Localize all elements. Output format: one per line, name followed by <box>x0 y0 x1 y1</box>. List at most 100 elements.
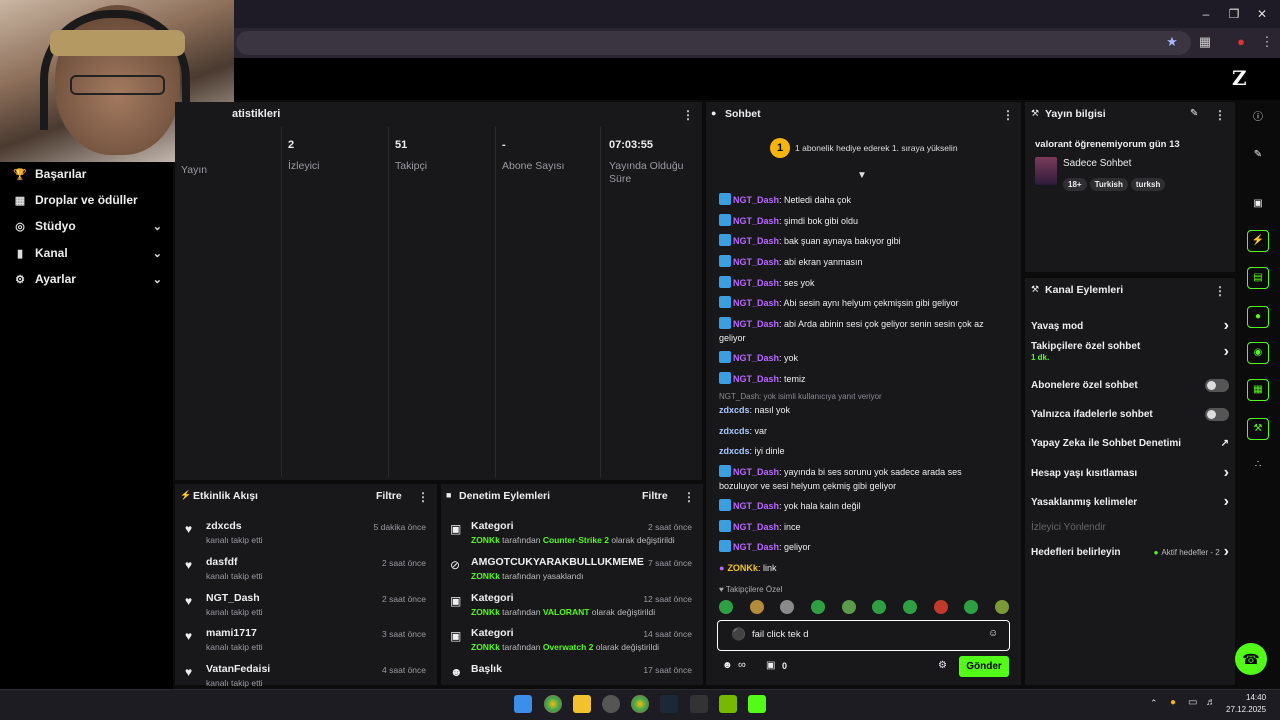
chat-settings-icon[interactable]: ⚙ <box>938 660 947 671</box>
channel-action-row[interactable]: Takipçilere özel sohbet 1 dk. › <box>1031 341 1229 362</box>
channel-action-row[interactable]: Yapay Zeka ile Sohbet Denetimi ↗ <box>1031 434 1229 452</box>
chat-username[interactable]: NGT_Dash <box>733 374 779 384</box>
chat-username[interactable]: NGT_Dash <box>733 353 779 363</box>
activity-filter-button[interactable]: Filtre <box>376 490 402 502</box>
close-icon[interactable]: ✕ <box>1254 6 1270 22</box>
chat-username[interactable]: NGT_Dash <box>733 542 779 552</box>
chrome-icon[interactable] <box>544 695 562 713</box>
chat-icon[interactable]: ● <box>1247 306 1269 328</box>
sidebar-item-channel[interactable]: ▮ Kanal ⌄ <box>12 243 162 263</box>
pencil-icon[interactable]: ✎ <box>1250 147 1266 163</box>
channel-action-row[interactable]: Hedefleri belirleyin ● Aktif hedefler - 2 › <box>1031 543 1229 561</box>
app-icon[interactable] <box>690 695 708 713</box>
emoji-icon[interactable]: ☺ <box>988 628 998 639</box>
chat-username[interactable]: NGT_Dash <box>733 216 779 226</box>
emote-icon[interactable] <box>964 600 979 614</box>
tray-chevron-icon[interactable]: ⌃ <box>1150 698 1158 709</box>
layout-icon[interactable]: ▦ <box>1247 379 1269 401</box>
activity-user[interactable]: zdxcds <box>206 520 242 532</box>
chat-username[interactable]: zdxcds <box>719 405 750 415</box>
mic-icon[interactable]: ⚫ <box>731 627 746 641</box>
chat-username[interactable]: NGT_Dash <box>733 522 779 532</box>
toggle-switch[interactable] <box>1205 378 1229 392</box>
chrome-active-icon[interactable] <box>631 695 649 713</box>
emote-icon[interactable] <box>810 600 825 614</box>
chat-username[interactable]: NGT_Dash <box>733 236 779 246</box>
support-button[interactable]: ☎ <box>1235 643 1267 675</box>
emote-icon[interactable] <box>933 600 948 614</box>
chat-username[interactable]: zdxcds <box>719 426 750 436</box>
activity-user[interactable]: dasfdf <box>206 556 238 568</box>
moderation-filter-button[interactable]: Filtre <box>642 490 668 502</box>
pinned-expand-icon[interactable]: ▼ <box>857 170 867 181</box>
emote-icon[interactable] <box>719 600 733 614</box>
stats-menu-icon[interactable]: ⋮ <box>682 108 694 122</box>
chat-username[interactable]: zdxcds <box>719 446 750 456</box>
channel-actions-menu-icon[interactable]: ⋮ <box>1214 284 1226 298</box>
edit-icon[interactable]: ✎ <box>1190 108 1198 119</box>
sidebar-item-settings[interactable]: ⚙ Ayarlar ⌄ <box>12 269 162 289</box>
chat-menu-icon[interactable]: ⋮ <box>1002 108 1014 122</box>
stream-info-menu-icon[interactable]: ⋮ <box>1214 108 1226 122</box>
chat-username[interactable]: NGT_Dash <box>733 501 779 511</box>
nvidia-icon[interactable] <box>719 695 737 713</box>
address-bar[interactable] <box>236 31 1191 55</box>
channel-action-row[interactable]: Yasaklanmış kelimeler › <box>1031 493 1229 511</box>
channel-action-row[interactable]: Yavaş mod › <box>1031 317 1229 335</box>
chat-username[interactable]: NGT_Dash <box>733 298 779 308</box>
emote-icon[interactable] <box>780 600 795 614</box>
category-name[interactable]: Sadece Sohbet <box>1063 158 1131 169</box>
chat-username[interactable]: NGT_Dash <box>733 257 779 267</box>
tray-mic-icon[interactable]: ● <box>1170 697 1176 708</box>
chest-icon[interactable]: ▣ <box>766 660 775 671</box>
toggle-switch[interactable] <box>1205 407 1229 421</box>
chat-username[interactable]: NGT_Dash <box>733 195 779 205</box>
info-icon[interactable]: ⓘ <box>1250 110 1266 126</box>
profile-icon[interactable]: ● <box>1232 33 1250 51</box>
channel-action-row[interactable]: Yalnızca ifadelerle sohbet <box>1031 405 1229 423</box>
activity-user[interactable]: mami1717 <box>206 627 257 639</box>
sidebar-item-drops[interactable]: ▦ Droplar ve ödüller <box>12 190 162 210</box>
taskbar-clock[interactable]: 14:40 27.12.2025 <box>1226 692 1266 716</box>
tools-icon[interactable]: ⚒ <box>1247 418 1269 440</box>
broadcast-icon[interactable]: ◉ <box>1247 342 1269 364</box>
browser-menu-icon[interactable]: ⋮ <box>1258 33 1276 51</box>
emote-icon[interactable] <box>994 600 1009 614</box>
moderation-menu-icon[interactable]: ⋮ <box>683 490 695 504</box>
activity-menu-icon[interactable]: ⋮ <box>417 490 429 504</box>
channel-action-row[interactable]: Hesap yaşı kısıtlaması › <box>1031 464 1229 482</box>
emote-icon[interactable] <box>749 600 764 614</box>
bookmark-star-icon[interactable]: ★ <box>1163 33 1181 51</box>
kick-icon[interactable] <box>748 695 766 713</box>
nodes-icon[interactable]: ∴ <box>1250 457 1266 473</box>
obs-icon[interactable] <box>602 695 620 713</box>
extensions-icon[interactable]: ▦ <box>1196 33 1214 51</box>
send-button[interactable]: Gönder <box>959 656 1009 677</box>
steam-icon[interactable] <box>660 695 678 713</box>
chat-username[interactable]: NGT_Dash <box>733 278 779 288</box>
emote-icon[interactable] <box>872 600 887 614</box>
clipboard-icon[interactable]: ▤ <box>1247 267 1269 289</box>
channel-action-row[interactable]: Abonelere özel sohbet <box>1031 376 1229 394</box>
emote-icon[interactable] <box>841 600 856 614</box>
chat-username[interactable]: NGT_Dash <box>733 319 779 329</box>
windows-start-icon[interactable] <box>514 695 532 713</box>
users-icon[interactable]: ☻ <box>722 660 733 671</box>
tray-network-icon[interactable]: ▭ <box>1188 697 1197 708</box>
sidebar-item-studio[interactable]: ◎ Stüdyo ⌄ <box>12 216 162 236</box>
chat-input-value[interactable]: fail click tek d <box>752 629 809 640</box>
folder-icon[interactable] <box>573 695 591 713</box>
gift-banner-text[interactable]: 1 abonelik hediye ederek 1. sıraya yükse… <box>795 143 958 153</box>
lightning-icon[interactable]: ⚡ <box>1247 230 1269 252</box>
minimize-icon[interactable]: – <box>1198 6 1214 22</box>
chat-username[interactable]: ZONKk <box>727 563 758 573</box>
activity-user[interactable]: VatanFedaisi <box>206 663 270 675</box>
chat-username[interactable]: NGT_Dash <box>733 467 779 477</box>
capture-icon[interactable]: ▣ <box>1250 196 1266 212</box>
infinity-icon[interactable]: ∞ <box>738 659 746 671</box>
sidebar-item-achievements[interactable]: 🏆 Başarılar <box>12 164 162 184</box>
logo[interactable]: Z <box>1232 66 1247 90</box>
activity-user[interactable]: NGT_Dash <box>206 592 260 604</box>
restore-icon[interactable]: ❐ <box>1226 6 1242 22</box>
tray-volume-icon[interactable]: ♬ <box>1206 697 1216 708</box>
